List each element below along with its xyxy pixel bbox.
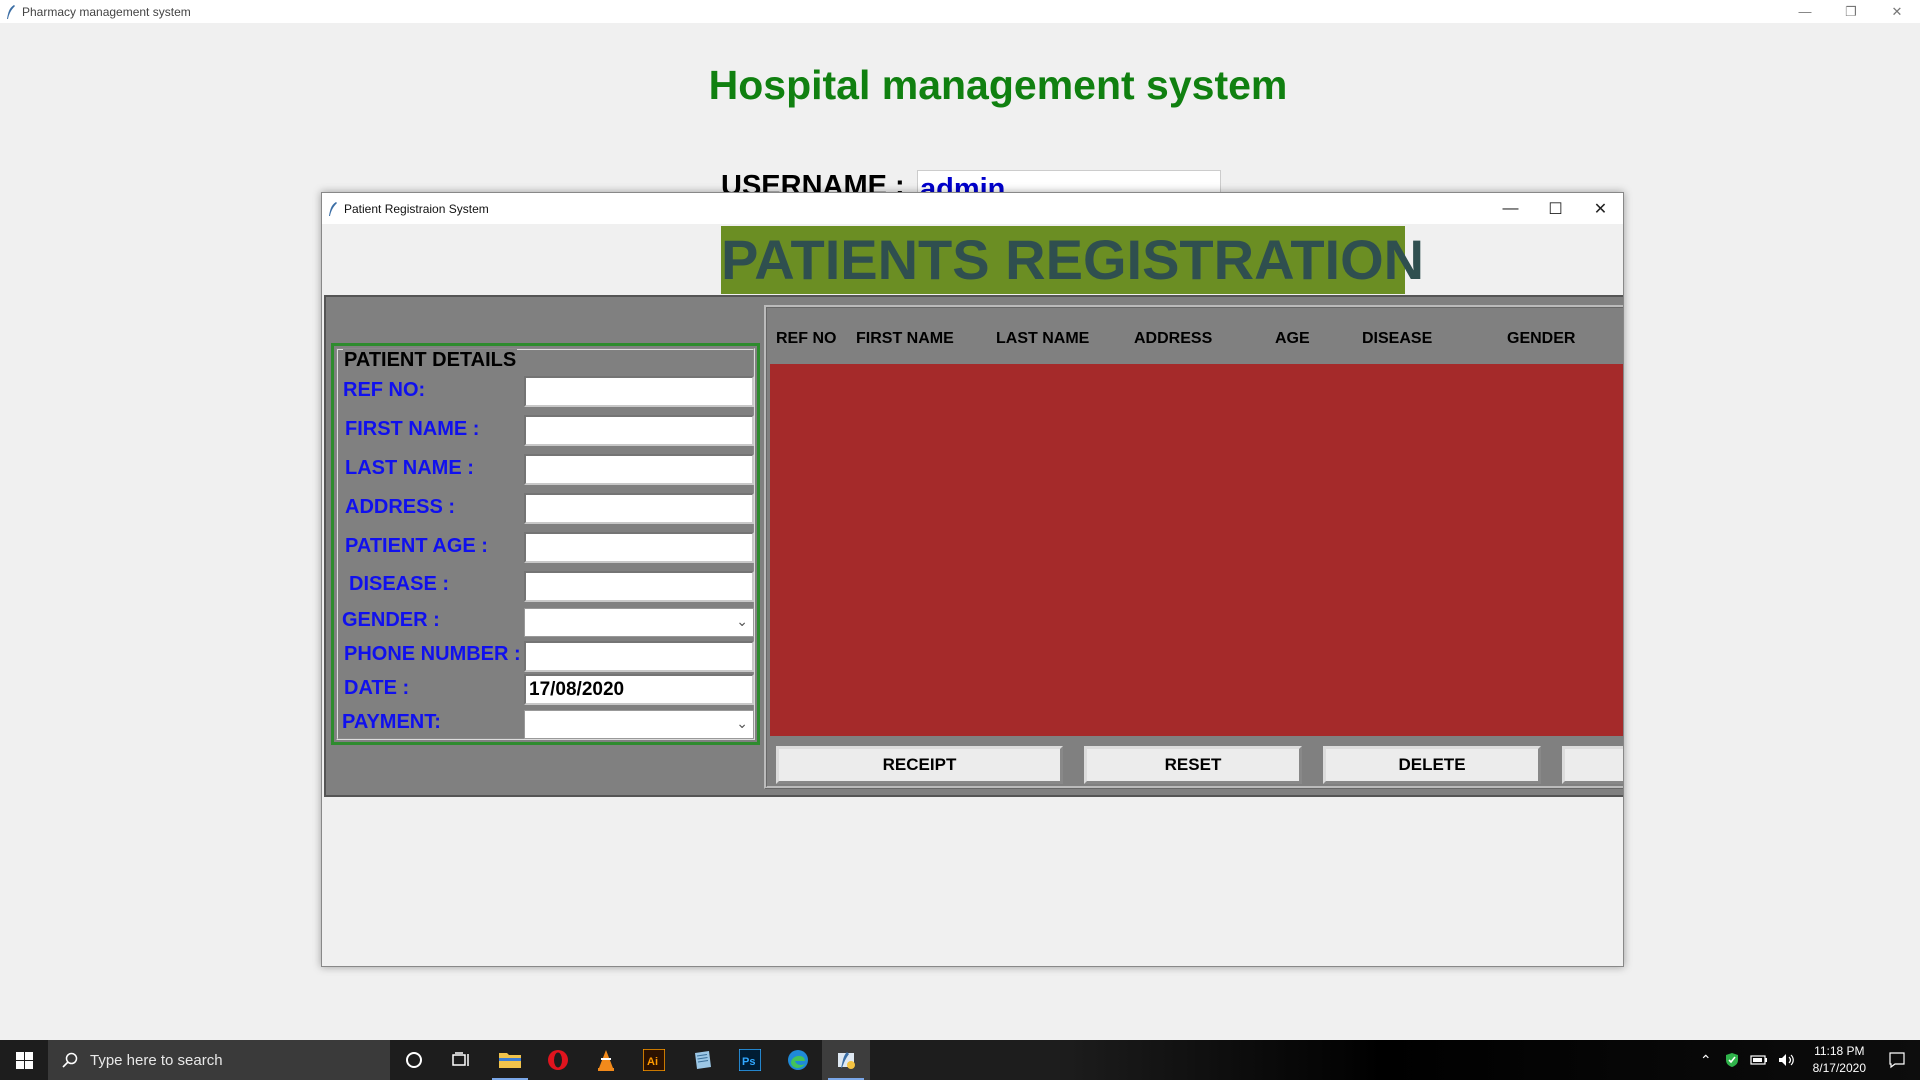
phone-number-label: PHONE NUMBER :	[344, 643, 521, 665]
patient-details-panel: PATIENT DETAILS REF NO: FIRST NAME : LAS…	[331, 343, 760, 745]
main-window-title: Pharmacy management system	[22, 4, 191, 19]
cortana-button[interactable]	[390, 1040, 438, 1080]
windows-icon	[15, 1051, 33, 1069]
task-view-button[interactable]	[438, 1040, 486, 1080]
payment-label: PAYMENT:	[342, 711, 441, 733]
maximize-icon[interactable]: ☐	[1533, 193, 1578, 224]
gender-select[interactable]: ⌄	[524, 608, 754, 637]
photoshop-button[interactable]: Ps	[726, 1040, 774, 1080]
column-header-first-name[interactable]: FIRST NAME	[856, 330, 954, 348]
opera-button[interactable]	[534, 1040, 582, 1080]
illustrator-icon: Ai	[643, 1049, 665, 1071]
last-name-label: LAST NAME :	[345, 457, 474, 479]
date-input[interactable]: 17/08/2020	[524, 674, 754, 705]
dialog-controls: — ☐ ✕	[1488, 193, 1623, 224]
search-placeholder: Type here to search	[90, 1051, 223, 1069]
address-label: ADDRESS :	[345, 496, 456, 518]
body-frame: PATIENT DETAILS REF NO: FIRST NAME : LAS…	[324, 295, 1623, 797]
address-input[interactable]	[524, 493, 754, 524]
edge-button[interactable]	[774, 1040, 822, 1080]
folder-icon	[499, 1053, 521, 1068]
chevron-down-icon: ⌄	[736, 715, 748, 731]
column-header-address[interactable]: ADDRESS	[1134, 330, 1212, 348]
main-window-controls: — ❐ ✕	[1782, 0, 1920, 23]
disease-input[interactable]	[524, 571, 754, 602]
patient-registration-window: Patient Registraion System — ☐ ✕ PATIENT…	[321, 192, 1624, 967]
registration-banner: PATIENTS REGISTRATION	[721, 226, 1424, 294]
illustrator-button[interactable]: Ai	[630, 1040, 678, 1080]
receipt-button[interactable]: RECEIPT	[776, 746, 1063, 784]
date-label: DATE :	[344, 677, 410, 699]
first-name-label: FIRST NAME :	[345, 418, 480, 440]
task-view-icon	[452, 1052, 469, 1066]
column-header-age[interactable]: AGE	[1275, 330, 1310, 348]
payment-select[interactable]: ⌄	[524, 710, 754, 739]
chevron-down-icon: ⌄	[736, 613, 748, 629]
patient-age-input[interactable]	[524, 532, 754, 563]
python-feather-icon	[838, 1052, 855, 1069]
button-row: RECEIPT RESET DELETE	[767, 738, 1623, 788]
edge-icon	[788, 1050, 808, 1070]
column-header-last-name[interactable]: LAST NAME	[996, 330, 1089, 348]
search-icon	[62, 1052, 78, 1068]
bottom-area	[322, 799, 1623, 966]
minimize-icon[interactable]: —	[1488, 193, 1533, 224]
clock-date: 8/17/2020	[1812, 1061, 1866, 1075]
feather-icon	[329, 201, 337, 216]
ref-no-label: REF NO:	[343, 379, 426, 401]
close-icon[interactable]: ✕	[1874, 0, 1920, 23]
patient-age-label: PATIENT AGE :	[345, 535, 488, 557]
notes-icon	[695, 1051, 711, 1069]
feather-icon	[7, 4, 15, 19]
notification-icon[interactable]	[1888, 1051, 1906, 1069]
column-header-ref-no[interactable]: REF NO	[776, 330, 836, 348]
svg-text:Ps: Ps	[742, 1056, 755, 1068]
first-name-input[interactable]	[524, 415, 754, 446]
chevron-up-icon[interactable]: ⌃	[1700, 1052, 1712, 1069]
disease-label: DISEASE :	[349, 573, 450, 595]
table-header: REF NO FIRST NAME LAST NAME ADDRESS AGE …	[770, 308, 1623, 363]
cortana-circle-icon	[406, 1052, 422, 1068]
notes-app-button[interactable]	[678, 1040, 726, 1080]
app-heading: Hospital management system	[708, 62, 1288, 108]
reset-button[interactable]: RESET	[1084, 746, 1302, 784]
speaker-icon[interactable]	[1778, 1053, 1796, 1067]
gender-label: GENDER :	[342, 609, 440, 631]
battery-icon[interactable]	[1750, 1054, 1768, 1066]
dialog-titlebar: Patient Registraion System — ☐ ✕	[322, 193, 1623, 224]
last-name-input[interactable]	[524, 454, 754, 485]
restore-icon[interactable]: ❐	[1828, 0, 1874, 23]
phone-number-input[interactable]	[524, 641, 754, 672]
patients-table-body[interactable]	[770, 364, 1623, 736]
column-header-disease[interactable]: DISEASE	[1362, 330, 1432, 348]
dialog-title: Patient Registraion System	[344, 201, 489, 216]
vlc-button[interactable]	[582, 1040, 630, 1080]
start-button[interactable]	[0, 1040, 48, 1080]
vlc-cone-icon	[598, 1050, 614, 1071]
partial-button[interactable]	[1562, 746, 1623, 784]
taskbar: Type here to search Ai Ps ⌃ 11:18 PM 8/1…	[0, 1040, 1920, 1080]
column-header-gender[interactable]: GENDER	[1507, 330, 1575, 348]
taskbar-clock[interactable]: 11:18 PM 8/17/2020	[1813, 1043, 1866, 1077]
shield-icon[interactable]	[1724, 1052, 1740, 1068]
python-app-button[interactable]	[822, 1040, 870, 1080]
close-icon[interactable]: ✕	[1578, 193, 1623, 224]
taskbar-search[interactable]: Type here to search	[48, 1040, 390, 1080]
photoshop-icon: Ps	[739, 1049, 761, 1071]
file-explorer-button[interactable]	[486, 1040, 534, 1080]
header-area: PATIENTS REGISTRATION	[322, 224, 1623, 294]
patients-table-frame: REF NO FIRST NAME LAST NAME ADDRESS AGE …	[764, 305, 1623, 789]
system-tray: ⌃ 11:18 PM 8/17/2020	[1693, 1040, 1920, 1080]
minimize-icon[interactable]: —	[1782, 0, 1828, 23]
ref-no-input[interactable]	[524, 376, 754, 407]
patient-details-legend: PATIENT DETAILS	[343, 349, 518, 372]
clock-time: 11:18 PM	[1814, 1044, 1865, 1058]
delete-button[interactable]: DELETE	[1323, 746, 1541, 784]
opera-icon	[548, 1050, 568, 1070]
svg-text:Ai: Ai	[647, 1056, 658, 1068]
main-titlebar: Pharmacy management system — ❐ ✕	[0, 0, 1920, 23]
